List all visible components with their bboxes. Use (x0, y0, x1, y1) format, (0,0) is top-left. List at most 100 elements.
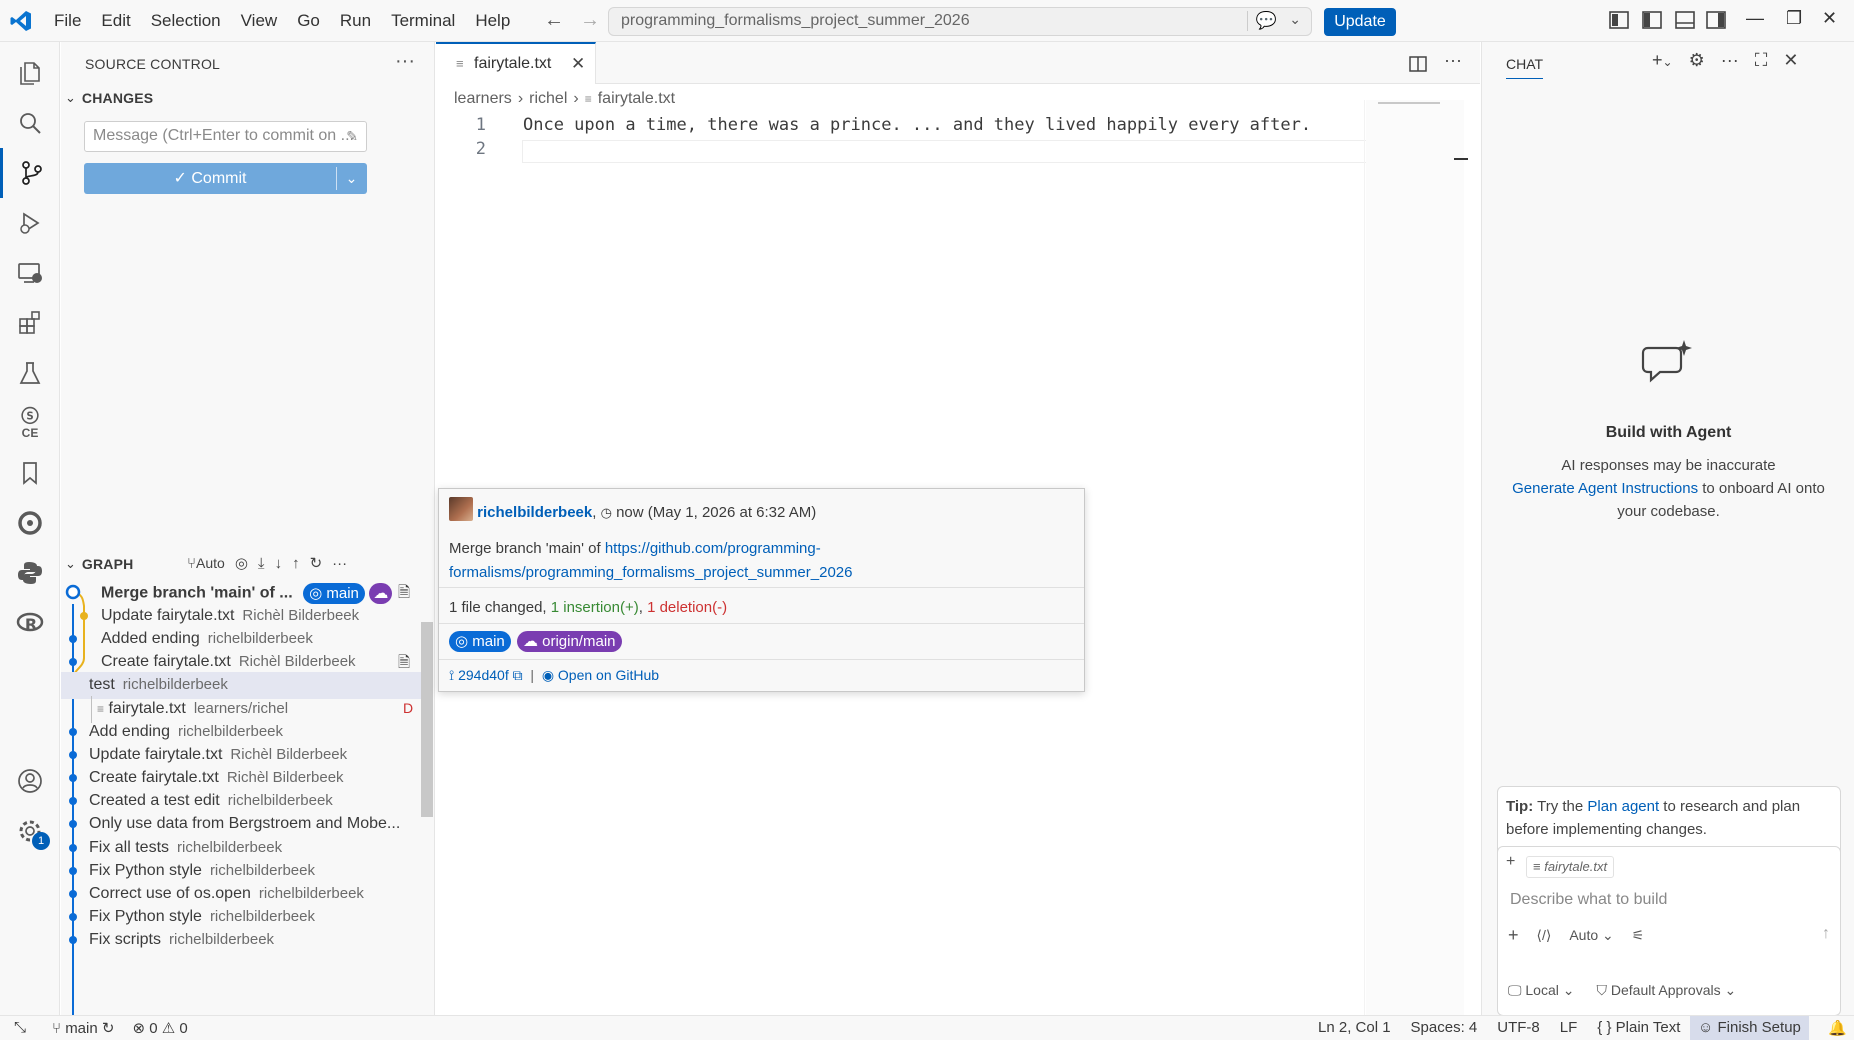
r-icon[interactable]: R (0, 598, 60, 648)
remote-indicator-icon[interactable]: ⤡ (14, 1019, 26, 1036)
tools-icon[interactable]: ⚟ (1632, 927, 1645, 944)
branch-filter-icon[interactable]: ⑂Auto (187, 555, 225, 572)
sync-icon[interactable]: ↻ (102, 1020, 115, 1037)
settings-gear-icon[interactable]: ⚙ (1689, 50, 1705, 71)
new-chat-icon[interactable]: +⌄ (1652, 50, 1673, 71)
attached-file-chip[interactable]: ≡ fairytale.txt (1526, 856, 1615, 878)
ce-icon[interactable]: S CE (0, 398, 60, 448)
copy-icon[interactable]: ⧉ (513, 667, 523, 683)
commit-dropdown-chevron-icon[interactable]: ⌄ (336, 163, 367, 194)
send-icon[interactable]: ↑ (1822, 925, 1830, 943)
commit-button-label[interactable]: ✓ Commit (84, 163, 336, 194)
graph-row-selected[interactable]: test richelbilderbeek (61, 672, 421, 699)
manage-gear-icon[interactable]: 1 (0, 806, 60, 856)
commit-sha-link[interactable]: ⟟ 294d40f ⧉ (449, 667, 523, 683)
code-line-1[interactable]: Once upon a time, there was a prince. ..… (523, 115, 1311, 135)
author-link[interactable]: richelbilderbeek (477, 504, 592, 521)
chevron-down-icon[interactable]: ⌄ (1289, 11, 1301, 28)
command-center[interactable]: programming_formalisms_project_summer_20… (608, 7, 1312, 36)
repo-link-part1[interactable]: https://github.com/programming- (605, 540, 821, 557)
add-icon[interactable]: + (1508, 925, 1519, 946)
toggle-panel-icon[interactable] (1674, 9, 1696, 31)
copilot-chat-icon[interactable]: 💬 (1246, 11, 1277, 31)
bookmarks-icon[interactable] (0, 448, 60, 498)
pull-icon[interactable]: ↓ (275, 555, 283, 572)
menu-edit[interactable]: Edit (91, 11, 140, 31)
extensions-icon[interactable] (0, 298, 60, 348)
add-context-icon[interactable]: + (1506, 853, 1515, 871)
source-control-icon[interactable] (0, 148, 60, 198)
branch-badge-main[interactable]: ◎ main (303, 583, 365, 604)
tab-fairytale[interactable]: ≡ fairytale.txt ✕ (436, 42, 596, 84)
toggle-primary-sidebar-icon[interactable] (1641, 9, 1663, 31)
approvals-picker[interactable]: ⛉ Default Approvals ⌄ (1596, 982, 1736, 999)
remote-cloud-icon[interactable]: ☁ (369, 583, 393, 604)
status-problems[interactable]: ⊗ 0 ⚠ 0 (132, 1019, 187, 1037)
toggle-secondary-sidebar-icon[interactable] (1705, 9, 1727, 31)
graph-row[interactable]: Fix scripts richelbilderbeek (61, 927, 421, 954)
minimize-icon[interactable]: — (1746, 8, 1764, 29)
fetch-icon[interactable]: ⤓ (258, 555, 265, 572)
close-window-icon[interactable]: ✕ (1822, 8, 1837, 29)
menu-run[interactable]: Run (330, 11, 381, 31)
generate-instructions-link[interactable]: Generate Agent Instructions (1512, 480, 1698, 497)
branch-badge-origin[interactable]: ☁ origin/main (516, 631, 622, 652)
more-actions-icon[interactable]: ··· (1444, 50, 1462, 71)
notifications-bell-icon[interactable]: 🔔 (1828, 1019, 1847, 1037)
plan-agent-link[interactable]: Plan agent (1587, 798, 1659, 815)
graph-scrollbar[interactable] (421, 622, 433, 817)
menu-terminal[interactable]: Terminal (381, 11, 465, 31)
encoding[interactable]: UTF-8 (1497, 1019, 1540, 1036)
remote-explorer-icon[interactable] (0, 248, 60, 298)
run-debug-icon[interactable] (0, 198, 60, 248)
split-editor-icon[interactable] (1408, 54, 1428, 74)
refresh-icon[interactable]: ↻ (310, 554, 323, 572)
breadcrumb-file[interactable]: fairytale.txt (598, 90, 675, 108)
account-icon[interactable] (0, 756, 60, 806)
sparkle-icon[interactable]: ✎ (346, 128, 358, 145)
cursor-position[interactable]: Ln 2, Col 1 (1318, 1019, 1391, 1036)
commit-button[interactable]: ✓ Commit ⌄ (84, 163, 367, 194)
graph-section-header[interactable]: ⌄ GRAPH ⑂Auto ◎ ⤓ ↓ ↑ ↻ ··· (65, 554, 435, 578)
more-actions-icon[interactable]: ··· (395, 50, 415, 73)
maximize-icon[interactable]: ⛶ (1755, 50, 1768, 71)
gitlens-icon[interactable] (0, 498, 60, 548)
end-of-line[interactable]: LF (1560, 1019, 1578, 1036)
customize-layout-icon[interactable] (1608, 9, 1630, 31)
close-panel-icon[interactable]: ✕ (1783, 50, 1798, 71)
indentation[interactable]: Spaces: 4 (1411, 1019, 1478, 1036)
target-icon[interactable]: ◎ (235, 554, 248, 572)
commit-message-input[interactable]: Message (Ctrl+Enter to commit on ... ✎ (84, 121, 367, 152)
testing-icon[interactable] (0, 348, 60, 398)
more-actions-icon[interactable]: ··· (1721, 50, 1739, 71)
agent-mode-icon[interactable]: ⟨/⟩ (1537, 927, 1552, 944)
changes-section-header[interactable]: ⌄ CHANGES (65, 90, 153, 106)
status-branch[interactable]: ⑂ main ↻ (52, 1019, 114, 1037)
repo-link-part2[interactable]: formalisms/programming_formalisms_projec… (449, 564, 852, 581)
explorer-icon[interactable] (0, 48, 60, 98)
forward-arrow-icon[interactable]: → (580, 9, 600, 32)
menu-go[interactable]: Go (287, 11, 330, 31)
update-button[interactable]: Update (1324, 8, 1396, 36)
push-icon[interactable]: ↑ (292, 555, 300, 572)
chat-title[interactable]: CHAT (1506, 56, 1544, 79)
menu-help[interactable]: Help (465, 11, 520, 31)
python-icon[interactable] (0, 548, 60, 598)
graph-row[interactable]: Only use data from Bergstroem and Mobe..… (61, 811, 421, 838)
close-tab-icon[interactable]: ✕ (571, 54, 585, 74)
back-arrow-icon[interactable]: ← (544, 9, 564, 32)
breadcrumb-richel[interactable]: richel (529, 90, 567, 108)
mode-picker[interactable]: Auto ⌄ (1569, 927, 1613, 944)
chat-input-placeholder[interactable]: Describe what to build (1510, 891, 1667, 909)
more-actions-icon[interactable]: ··· (332, 555, 347, 572)
menu-file[interactable]: File (44, 11, 91, 31)
branch-badge-main[interactable]: ◎ main (449, 631, 511, 652)
code-line-2-current[interactable] (522, 140, 1372, 163)
language-mode[interactable]: { } Plain Text (1597, 1019, 1680, 1036)
open-on-github-link[interactable]: ◉ Open on GitHub (542, 667, 659, 683)
breadcrumb-learners[interactable]: learners (454, 90, 512, 108)
restore-icon[interactable]: ❐ (1786, 8, 1802, 29)
menu-view[interactable]: View (231, 11, 288, 31)
minimap[interactable] (1366, 100, 1468, 1015)
menu-selection[interactable]: Selection (141, 11, 231, 31)
